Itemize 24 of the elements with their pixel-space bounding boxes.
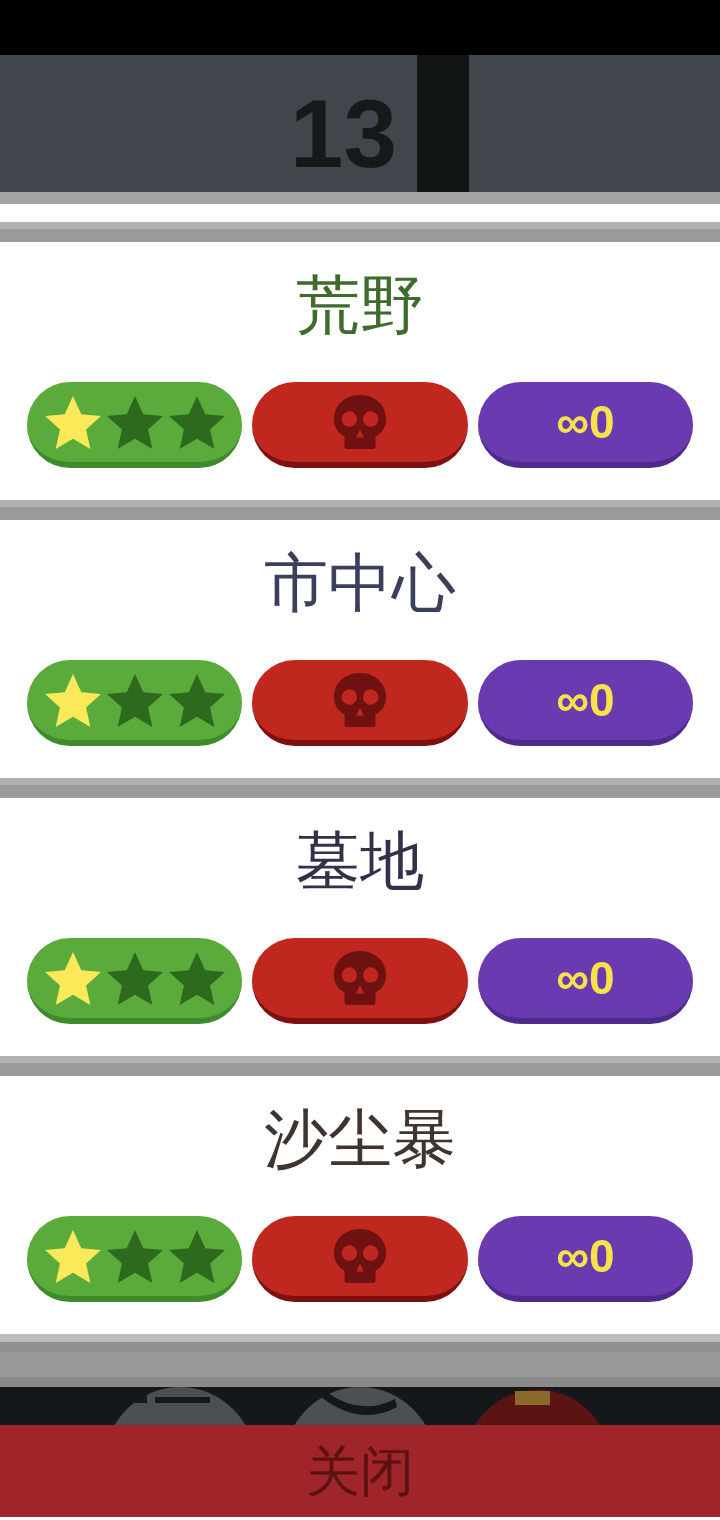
record-button[interactable]: ∞0 xyxy=(477,382,693,468)
record-button[interactable]: ∞0 xyxy=(477,660,693,746)
unlit-star-icon xyxy=(168,673,225,727)
unlit-star-icon xyxy=(168,1229,225,1283)
unlit-star-icon xyxy=(106,1229,163,1283)
level-title: 荒野 xyxy=(296,269,424,341)
skull-icon xyxy=(331,949,389,1007)
star-icon xyxy=(44,395,101,449)
skull-icon xyxy=(331,1227,389,1285)
star-icon xyxy=(44,1229,101,1283)
level-title: 墓地 xyxy=(296,825,424,897)
unlit-star-icon xyxy=(168,951,225,1005)
star-icon xyxy=(44,951,101,1005)
unlit-star-icon xyxy=(106,673,163,727)
level-title: 市中心 xyxy=(264,547,456,619)
skull-icon xyxy=(331,393,389,451)
unlit-star-icon xyxy=(106,395,163,449)
record-button[interactable]: ∞0 xyxy=(477,938,693,1024)
skull-icon xyxy=(331,671,389,729)
unlit-star-icon xyxy=(168,395,225,449)
unlit-star-icon xyxy=(106,951,163,1005)
level-title: 沙尘暴 xyxy=(264,1103,456,1175)
star-icon xyxy=(44,673,101,727)
record-button[interactable]: ∞0 xyxy=(477,1216,693,1302)
